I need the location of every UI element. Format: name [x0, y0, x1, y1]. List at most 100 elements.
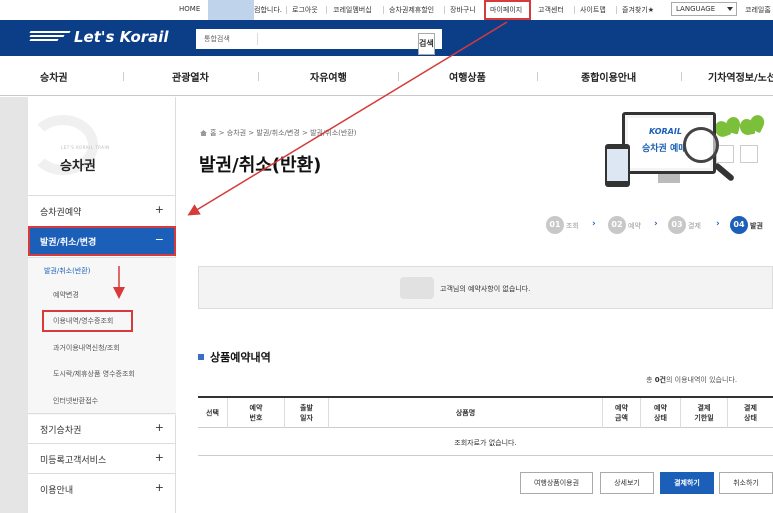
user-name-blurred [208, 0, 254, 20]
plus-icon: + [154, 203, 164, 216]
sidebar-subitem-lunchbox-receipt[interactable]: 도시락/제휴상품 영수증조회 [28, 361, 176, 387]
language-select[interactable]: LANGUAGE [671, 2, 737, 16]
pay-button[interactable]: 결제하기 [660, 472, 714, 494]
sidebar-title: 승차권 [60, 159, 96, 174]
sidebar-item-season-ticket[interactable]: 정기승차권 + [28, 413, 176, 443]
chevron-right-icon: › [716, 219, 720, 229]
step-number: 04 [730, 216, 748, 234]
sidebar-subitem-past-history[interactable]: 과거이용내역신청/조회 [28, 335, 176, 361]
sidebar-item-label: 승차권예약 [40, 208, 82, 218]
sidebar-header: LET'S KORAIL TRAIN 승차권 [28, 111, 176, 181]
util-link-home[interactable]: HOME [179, 5, 200, 13]
step-label: 발권 [750, 222, 763, 230]
col-payment-deadline: 결제 기한일 [681, 398, 728, 428]
plant-pot-icon [740, 145, 758, 163]
search-input[interactable]: 통합검색 [204, 34, 230, 44]
chevron-down-icon [727, 7, 733, 11]
sidebar-item-issue-cancel-change[interactable]: 발권/취소/변경 − [28, 226, 176, 256]
smartphone-icon [605, 144, 630, 187]
empty-message: 조회자료가 없습니다. [454, 439, 517, 447]
breadcrumb-text: 홈 > 승차권 > 발권/취소/변경 > 발권/취소(반환) [210, 129, 357, 137]
user-name-blurred [400, 277, 434, 299]
util-link-mypage[interactable]: 마이페이지 [490, 5, 522, 15]
page-title: 발권/취소(반환) [199, 155, 322, 176]
minus-icon: − [154, 233, 164, 246]
sidebar-subitem-internet-refund[interactable]: 인터넷반환접수 [28, 388, 176, 414]
sidebar-subitem-issue-cancel[interactable]: 발권/취소(반환) [28, 258, 176, 284]
col-reservation-status: 예약 상태 [641, 398, 681, 428]
search-button[interactable]: 검색 [418, 33, 435, 55]
util-link-membership[interactable]: 코레일멤버십 [333, 5, 372, 15]
language-label: LANGUAGE [676, 5, 716, 13]
step-label: 결제 [688, 222, 701, 230]
greeting-text: 컴합니다. [254, 6, 282, 14]
sidebar-subitem-history-receipt[interactable]: 이용내역/영수증조회 [28, 308, 176, 334]
sidebar-item-label: 미등록고객서비스 [40, 456, 107, 466]
plus-icon: + [154, 481, 164, 494]
nav-item-guide[interactable]: 종합이용안내 [581, 69, 636, 84]
count-suffix: 의 이용내역이 있습니다. [666, 376, 738, 384]
section-title-text: 상품예약내역 [210, 351, 271, 364]
table-row: 조회자료가 없습니다. [198, 428, 773, 456]
sidebar-subitem-label: 도시락/제휴상품 영수증조회 [53, 370, 135, 378]
section-title: 상품예약내역 [198, 349, 271, 365]
magnifier-icon [683, 127, 719, 163]
breadcrumb: 홈 > 승차권 > 발권/취소/변경 > 발권/취소(반환) [200, 128, 357, 138]
home-icon[interactable] [200, 130, 207, 136]
sidebar-item-label: 이용안내 [40, 486, 74, 496]
sidebar-subitem-change-reservation[interactable]: 예약변경 [28, 282, 176, 308]
sidebar-subitem-label: 예약변경 [53, 291, 79, 299]
sidebar-subitem-label: 이용내역/영수증조회 [53, 317, 114, 325]
sidebar-subitem-label: 인터넷반환접수 [53, 397, 99, 405]
col-reservation-no: 예약 번호 [228, 398, 285, 428]
util-link-korail-home[interactable]: 코레일홈 [745, 5, 771, 15]
action-buttons: 여행상품이용권 상세보기 결제하기 취소하기 [198, 472, 773, 494]
bullet-square-icon [198, 354, 204, 360]
nav-item-tour-trains[interactable]: 관광열차 [172, 69, 209, 84]
step-number: 01 [546, 216, 564, 234]
util-link-discount[interactable]: 승차권제휴할인 [389, 5, 434, 15]
step-label: 조회 [566, 222, 579, 230]
nav-item-tickets[interactable]: 승차권 [40, 69, 68, 84]
sidebar-subitem-label: 과거이용내역신청/조회 [53, 344, 120, 352]
nav-item-station-info[interactable]: 기차역정보/노선 [708, 69, 773, 84]
col-departure-date: 출발 일자 [285, 398, 329, 428]
step-label: 예약 [628, 222, 641, 230]
travel-voucher-button[interactable]: 여행상품이용권 [520, 472, 593, 494]
table-header: 선택 예약 번호 출발 일자 상품명 예약 금액 예약 상태 결제 기한일 결제… [198, 396, 773, 428]
util-link-customer-center[interactable]: 고객센터 [538, 5, 564, 15]
util-link-sitemap[interactable]: 사이트맵 [580, 5, 606, 15]
nav-item-free-travel[interactable]: 자유여행 [310, 69, 347, 84]
notice-message: 고객님의 예약사항이 없습니다. [440, 285, 531, 293]
util-link-cart[interactable]: 장바구니 [450, 5, 476, 15]
count-value: 0건 [654, 376, 666, 384]
reservation-notice: 고객님의 예약사항이 없습니다. [198, 266, 773, 309]
sidebar-subtitle: LET'S KORAIL TRAIN [61, 145, 110, 150]
sidebar-item-usage-guide[interactable]: 이용안내 + [28, 473, 176, 503]
util-link-logout[interactable]: 로그아웃 [292, 5, 318, 15]
sidebar-item-guest-service[interactable]: 미등록고객서비스 + [28, 443, 176, 473]
details-button[interactable]: 상세보기 [600, 472, 654, 494]
hero-brand: KORAIL [649, 127, 682, 136]
plus-icon: + [154, 451, 164, 464]
col-product-name: 상품명 [329, 398, 603, 428]
chevron-right-icon: › [592, 219, 596, 229]
plus-icon: + [154, 421, 164, 434]
sidebar-subitem-label: 발권/취소(반환) [44, 267, 91, 275]
cancel-button[interactable]: 취소하기 [719, 472, 773, 494]
sidebar: LET'S KORAIL TRAIN 승차권 승차권예약 + 발권/취소/변경 … [28, 97, 176, 513]
reservation-table: 선택 예약 번호 출발 일자 상품명 예약 금액 예약 상태 결제 기한일 결제… [198, 396, 773, 456]
nav-item-travel-products[interactable]: 여행상품 [449, 69, 486, 84]
count-prefix: 총 [646, 376, 653, 384]
search-box[interactable]: 통합검색 검색 [196, 29, 442, 55]
progress-steps: 01 조회 › 02 예약 › 03 결제 › 04 발권 [546, 216, 773, 236]
col-payment-status: 결제 상태 [744, 403, 757, 423]
main-nav: 승차권 관광열차 자유여행 여행상품 종합이용안내 기차역정보/노선 [0, 56, 773, 96]
sidebar-item-label: 발권/취소/변경 [40, 238, 97, 248]
sidebar-submenu: 발권/취소(반환) 예약변경 이용내역/영수증조회 과거이용내역신청/조회 도시… [28, 257, 176, 415]
utility-bar: HOME 컴합니다. 로그아웃 코레일멤버십 승차권제휴할인 장바구니 마이페이… [0, 0, 773, 20]
sidebar-item-ticket-reservation[interactable]: 승차권예약 + [28, 195, 176, 225]
col-amount: 예약 금액 [603, 398, 641, 428]
util-link-favorites[interactable]: 즐겨찾기★ [622, 5, 654, 15]
chevron-right-icon: › [654, 219, 658, 229]
